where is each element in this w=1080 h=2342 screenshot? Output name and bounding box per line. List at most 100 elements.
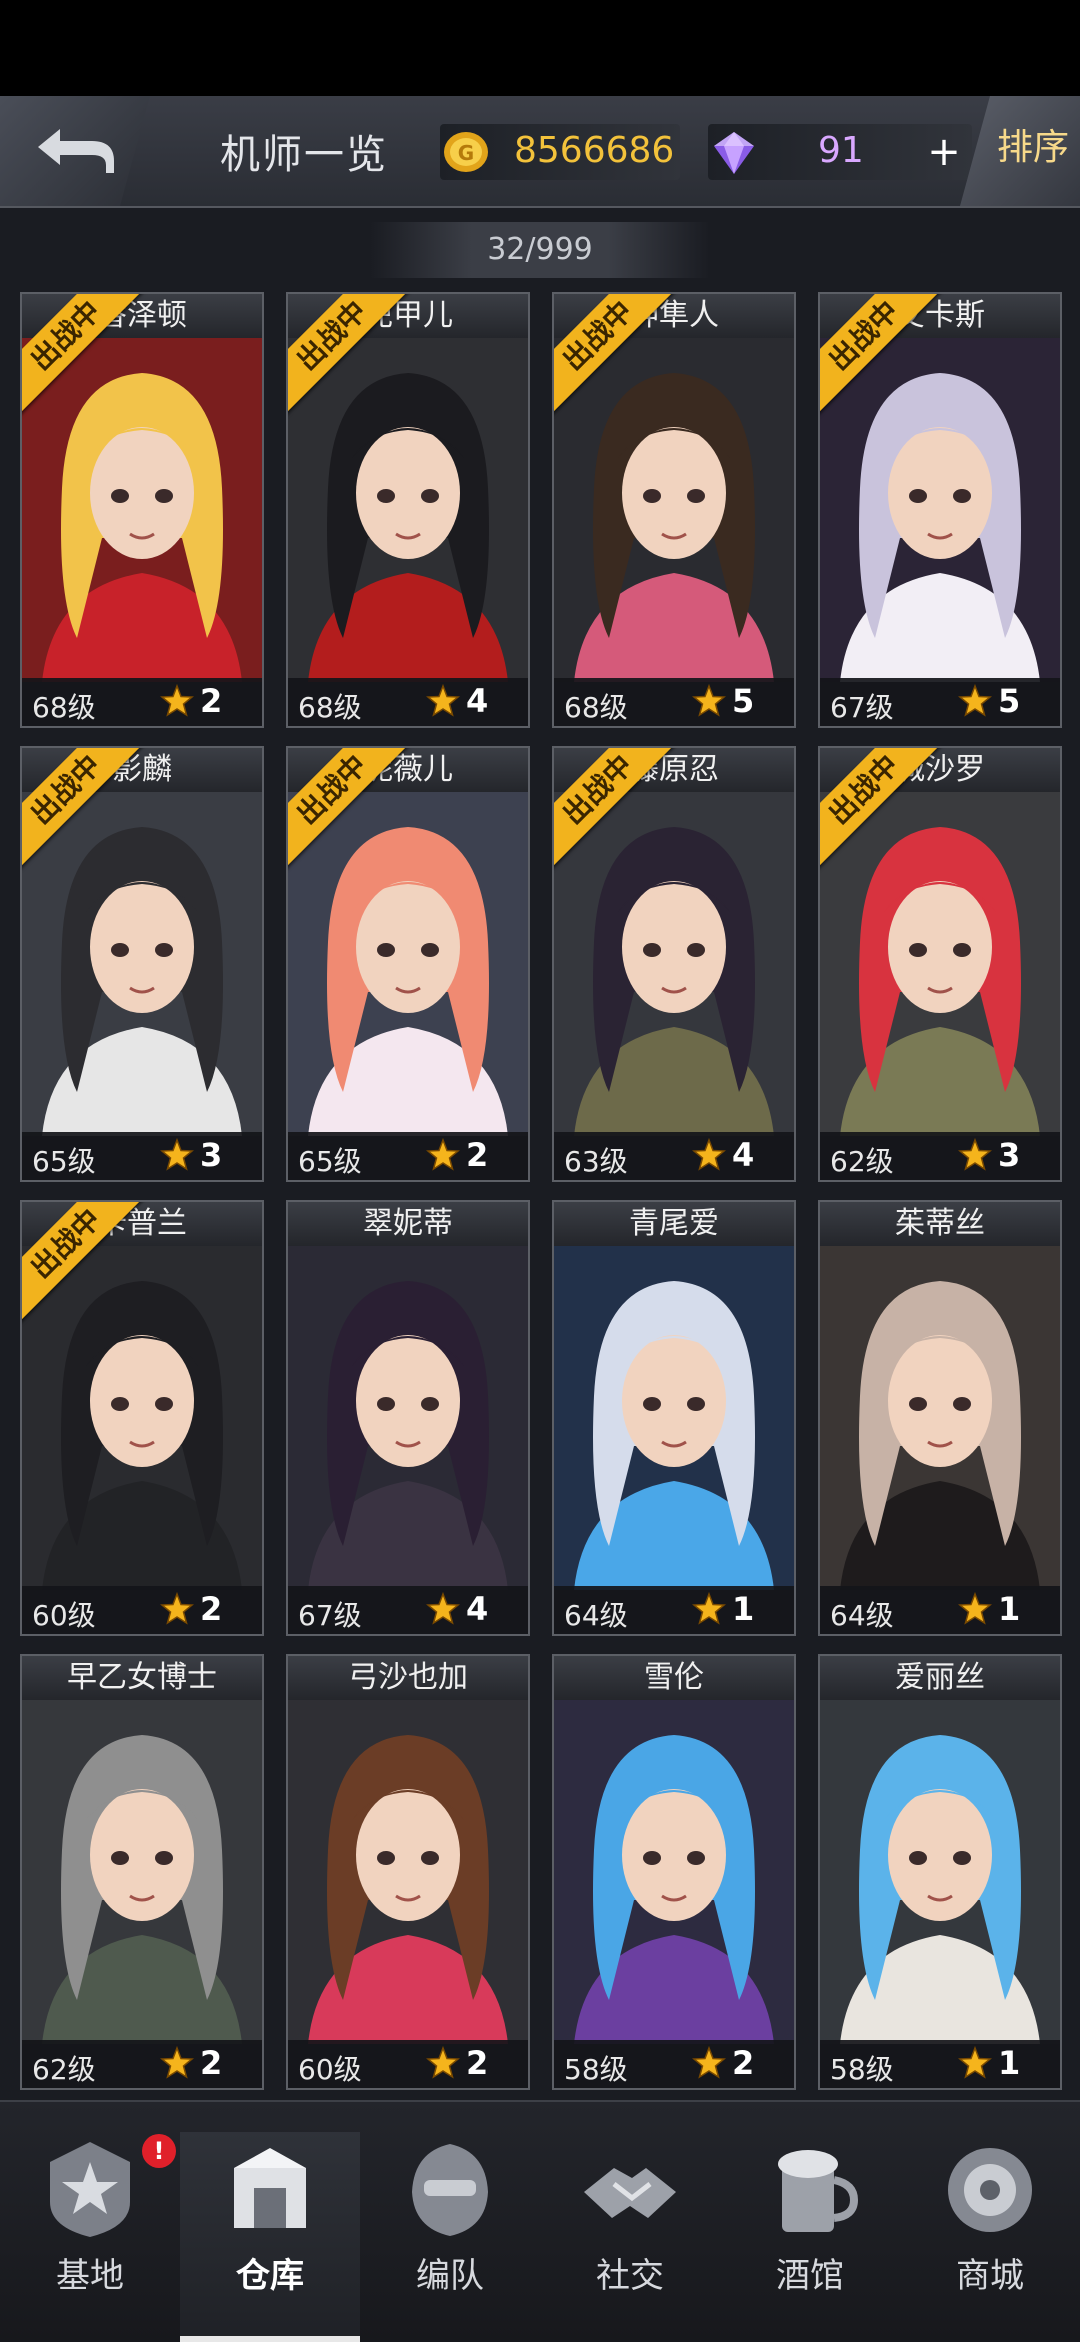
- pilot-star-count: 2: [200, 682, 223, 720]
- nav-social[interactable]: 社交: [540, 2132, 720, 2342]
- pilot-card[interactable]: 城沙罗 出战中 62级 3: [818, 746, 1062, 1182]
- star-icon: [160, 1138, 194, 1171]
- star-icon: [958, 2046, 992, 2079]
- nav-formation[interactable]: 编队: [360, 2132, 540, 2342]
- pilot-portrait: [820, 1700, 1060, 2044]
- pilot-star-count: 1: [998, 1590, 1021, 1628]
- pilot-portrait: [288, 338, 528, 682]
- nav-label: 社交: [596, 2256, 664, 2296]
- pilot-portrait: [554, 792, 794, 1136]
- pilot-card[interactable]: 影麟 出战中 65级 3: [20, 746, 264, 1182]
- pilot-card[interactable]: 雪伦 58级 2: [552, 1654, 796, 2090]
- star-icon: [692, 684, 726, 717]
- pilot-star-count: 2: [466, 1136, 489, 1174]
- pilot-portrait: [554, 1246, 794, 1590]
- pilot-card[interactable]: 神隼人 出战中 68级 5: [552, 292, 796, 728]
- pilot-level: 67级: [298, 1599, 362, 1632]
- pilot-footer: 58级 1: [820, 2040, 1060, 2088]
- pilot-card[interactable]: 藤原忍 出战中 63级 4: [552, 746, 796, 1182]
- nav-tavern[interactable]: 酒馆: [720, 2132, 900, 2342]
- star-icon: [958, 1138, 992, 1171]
- pilot-footer: 62级 3: [820, 1132, 1060, 1180]
- alert-badge: !: [142, 2134, 176, 2168]
- pilot-star-count: 4: [732, 1136, 755, 1174]
- star-icon: [958, 684, 992, 717]
- shop-icon: [948, 2148, 1032, 2232]
- pilot-footer: 67级 4: [288, 1586, 528, 1634]
- pilot-portrait: [554, 338, 794, 682]
- pilot-card[interactable]: 青尾爱 64级 1: [552, 1200, 796, 1636]
- pilot-level: 68级: [564, 691, 628, 724]
- diamond-icon: [714, 132, 754, 174]
- pilot-name: 青尾爱: [554, 1202, 794, 1246]
- pilot-level: 68级: [32, 691, 96, 724]
- add-gems-button[interactable]: +: [922, 128, 966, 176]
- page-title: 机师一览: [220, 132, 388, 178]
- pilot-footer: 58级 2: [554, 2040, 794, 2088]
- pilot-card[interactable]: 兜甲儿 出战中 68级 4: [286, 292, 530, 728]
- pilot-level: 60级: [32, 1599, 96, 1632]
- star-icon: [692, 1592, 726, 1625]
- pilot-star-count: 3: [998, 1136, 1021, 1174]
- coin-icon: G: [444, 132, 488, 172]
- star-icon: [160, 1592, 194, 1625]
- pilot-footer: 63级 4: [554, 1132, 794, 1180]
- pilot-name: 雪伦: [554, 1656, 794, 1700]
- pilot-portrait: [288, 1700, 528, 2044]
- pilot-card[interactable]: 早乙女博士 62级 2: [20, 1654, 264, 2090]
- nav-label: 仓库: [236, 2256, 304, 2296]
- pilot-footer: 60级 2: [288, 2040, 528, 2088]
- pilot-footer: 67级 5: [820, 678, 1060, 726]
- pilot-card[interactable]: 艾卡斯 出战中 67级 5: [818, 292, 1062, 728]
- pilot-star-count: 1: [732, 1590, 755, 1628]
- star-icon: [160, 2046, 194, 2079]
- pilot-card[interactable]: 爱丽丝 58级 1: [818, 1654, 1062, 2090]
- pilot-name: 爱丽丝: [820, 1656, 1060, 1700]
- pilot-footer: 65级 2: [288, 1132, 528, 1180]
- pilot-level: 65级: [298, 1145, 362, 1178]
- nav-shop[interactable]: 商城: [900, 2132, 1080, 2342]
- pilot-star-count: 5: [998, 682, 1021, 720]
- pilot-star-count: 2: [200, 2044, 223, 2082]
- warehouse-icon: [234, 2148, 306, 2228]
- pilot-portrait: [820, 1246, 1060, 1590]
- back-button[interactable]: [0, 96, 150, 206]
- pilot-card[interactable]: 茱蒂丝 64级 1: [818, 1200, 1062, 1636]
- pilot-portrait: [820, 338, 1060, 682]
- pilot-card[interactable]: 卡普兰 出战中 60级 2: [20, 1200, 264, 1636]
- nav-warehouse[interactable]: 仓库: [180, 2132, 360, 2342]
- star-icon: [958, 1592, 992, 1625]
- pilot-footer: 68级 2: [22, 678, 262, 726]
- nav-label: 编队: [416, 2256, 484, 2296]
- star-icon: [160, 684, 194, 717]
- pilot-name: 茱蒂丝: [820, 1202, 1060, 1246]
- social-icon: [584, 2168, 676, 2218]
- nav-base[interactable]: 基地!: [0, 2132, 180, 2342]
- pilot-level: 64级: [564, 1599, 628, 1632]
- pilot-card[interactable]: 香泽顿 出战中 68级 2: [20, 292, 264, 728]
- base-icon: [50, 2142, 130, 2237]
- pilot-count: 32/999: [370, 222, 710, 278]
- sort-button[interactable]: 排序: [960, 96, 1080, 206]
- pilot-star-count: 3: [200, 1136, 223, 1174]
- pilot-card[interactable]: 翠妮蒂 67级 4: [286, 1200, 530, 1636]
- pilot-star-count: 5: [732, 682, 755, 720]
- pilot-portrait: [22, 792, 262, 1136]
- pilot-star-count: 2: [200, 1590, 223, 1628]
- active-tab-indicator: [180, 2336, 360, 2342]
- pilot-level: 58级: [830, 2053, 894, 2086]
- pilot-level: 67级: [830, 691, 894, 724]
- tavern-icon: [778, 2150, 859, 2232]
- pilot-card[interactable]: 弓沙也加 60级 2: [286, 1654, 530, 2090]
- pilot-portrait: [22, 1246, 262, 1590]
- nav-label: 酒馆: [776, 2256, 844, 2296]
- pilot-footer: 65级 3: [22, 1132, 262, 1180]
- pilot-portrait: [820, 792, 1060, 1136]
- pilot-portrait: [22, 338, 262, 682]
- sort-label: 排序: [996, 127, 1069, 168]
- gem-counter: 91 +: [708, 124, 972, 180]
- pilot-footer: 64级 1: [820, 1586, 1060, 1634]
- bottom-nav: 基地! 仓库 编队 社交 酒馆 商城: [0, 2100, 1080, 2342]
- pilot-card[interactable]: 妮薇儿 出战中 65级 2: [286, 746, 530, 1182]
- pilot-name: 早乙女博士: [22, 1656, 262, 1700]
